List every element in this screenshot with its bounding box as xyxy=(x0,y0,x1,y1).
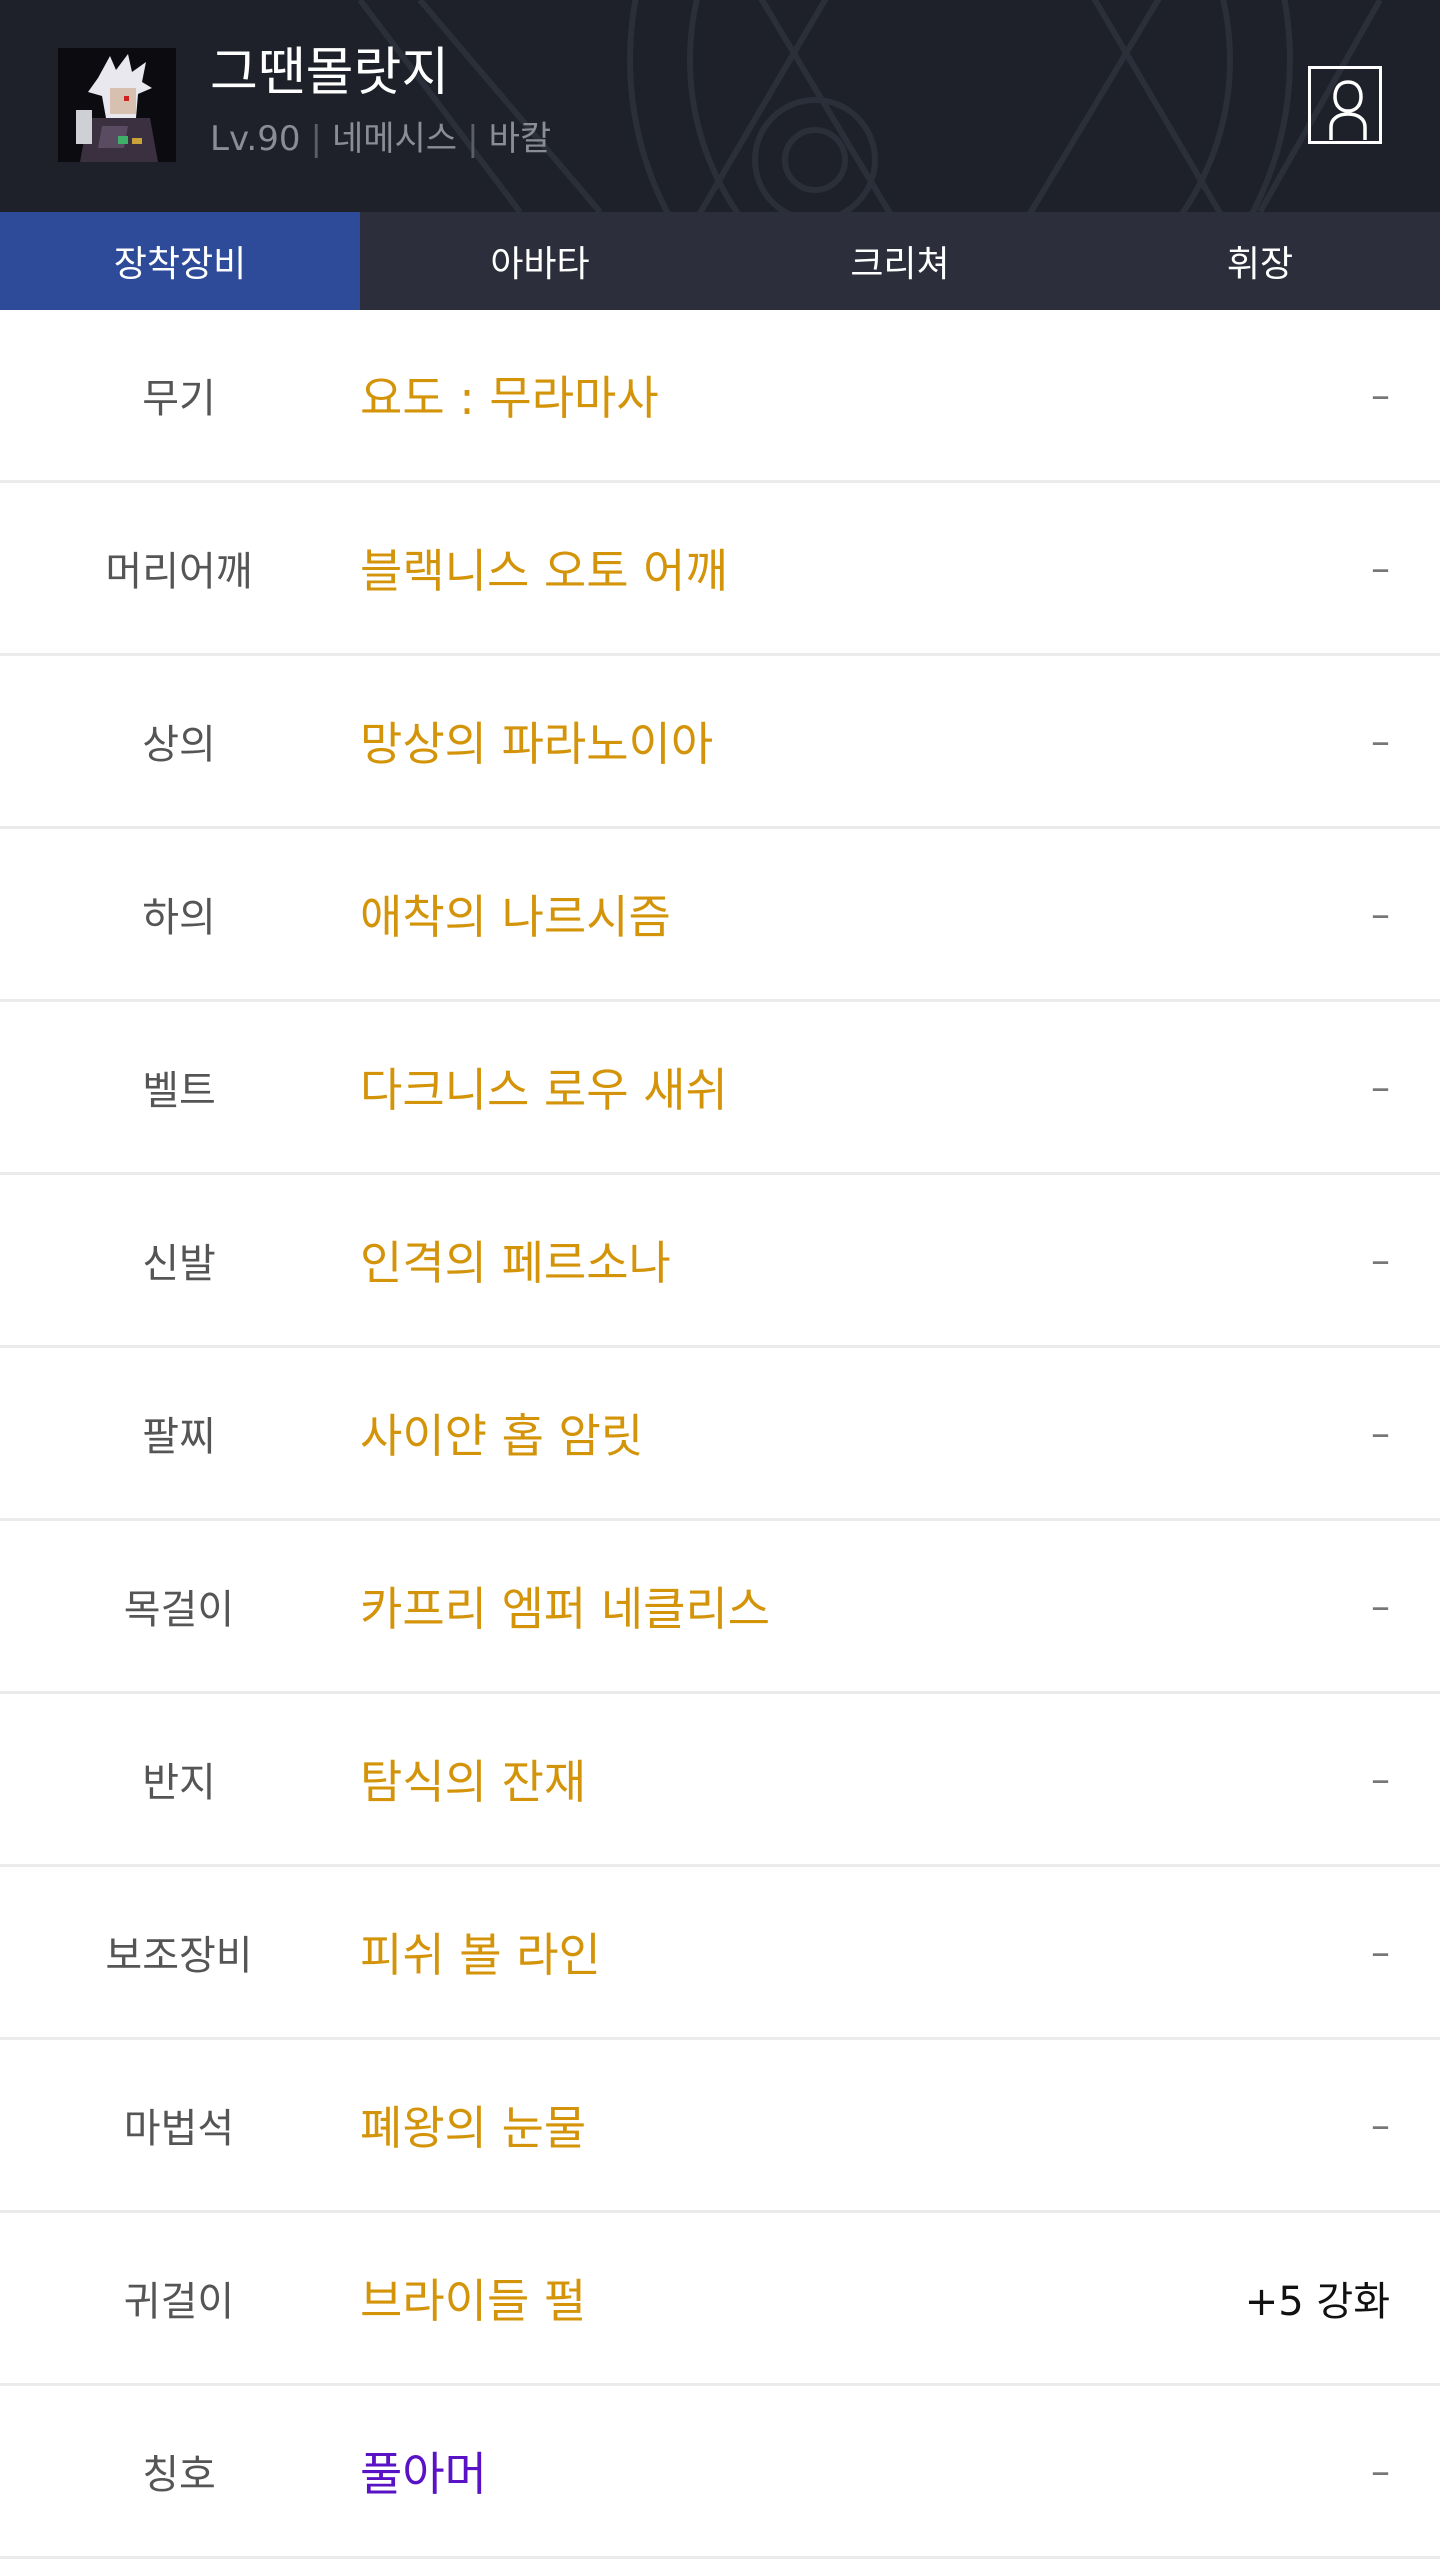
slot-label: 신발 xyxy=(142,1241,216,1287)
character-info: Lv.90 | 네메시스 | 바칼 xyxy=(210,114,551,164)
character-avatar[interactable] xyxy=(58,48,176,162)
item-name-link[interactable]: 인격의 페르소나 xyxy=(360,1175,671,1345)
reinforce-status: – xyxy=(1371,373,1390,417)
character-portrait-icon xyxy=(58,48,176,162)
item-name-link[interactable]: 풀아머 xyxy=(360,2386,487,2556)
item-name-link[interactable]: 피쉬 볼 라인 xyxy=(360,1867,601,2037)
reinforce-status: – xyxy=(1371,1065,1390,1109)
reinforce-status: – xyxy=(1371,892,1390,936)
slot-label: 하의 xyxy=(142,895,216,941)
item-name-link[interactable]: 브라이들 펄 xyxy=(360,2213,586,2383)
reinforce-status: – xyxy=(1371,1411,1390,1455)
equipment-row-bracelet: 팔찌 사이얀 홉 암릿 – xyxy=(0,1348,1440,1521)
slot-label: 팔찌 xyxy=(142,1414,216,1460)
equipment-row-title: 칭호 풀아머 – xyxy=(0,2386,1440,2559)
reinforce-status: – xyxy=(1371,719,1390,763)
character-name: 그땐몰랏지 xyxy=(210,43,450,103)
user-profile-icon xyxy=(1329,80,1367,140)
info-separator: | xyxy=(310,119,322,159)
slot-label: 상의 xyxy=(142,722,216,768)
reinforce-status: – xyxy=(1371,1930,1390,1974)
info-separator: | xyxy=(467,119,479,159)
equipment-row-top: 상의 망상의 파라노이아 – xyxy=(0,656,1440,829)
equipment-row-support: 보조장비 피쉬 볼 라인 – xyxy=(0,1867,1440,2040)
item-name-link[interactable]: 탐식의 잔재 xyxy=(360,1694,586,1864)
tab-equipment[interactable]: 장착장비 xyxy=(0,212,360,310)
item-name-link[interactable]: 폐왕의 눈물 xyxy=(360,2040,586,2210)
item-name-link[interactable]: 카프리 엠퍼 네클리스 xyxy=(360,1521,770,1691)
tab-emblem[interactable]: 휘장 xyxy=(1080,212,1440,310)
profile-button[interactable] xyxy=(1308,66,1382,144)
character-header: 그땐몰랏지 Lv.90 | 네메시스 | 바칼 xyxy=(0,0,1440,212)
equipment-row-bottom: 하의 애착의 나르시즘 – xyxy=(0,829,1440,1002)
equipment-row-weapon: 무기 요도 : 무라마사 – xyxy=(0,310,1440,483)
equipment-row-necklace: 목걸이 카프리 엠퍼 네클리스 – xyxy=(0,1521,1440,1694)
character-server: 바칼 xyxy=(488,119,552,159)
slot-label: 귀걸이 xyxy=(123,2279,235,2325)
slot-label: 보조장비 xyxy=(105,1933,253,1979)
equipment-row-ring: 반지 탐식의 잔재 – xyxy=(0,1694,1440,1867)
slot-label: 벨트 xyxy=(142,1068,216,1114)
reinforce-status: – xyxy=(1371,1757,1390,1801)
tab-avatar[interactable]: 아바타 xyxy=(360,212,720,310)
equipment-row-belt: 벨트 다크니스 로우 새쉬 – xyxy=(0,1002,1440,1175)
slot-label: 마법석 xyxy=(123,2106,235,2152)
character-job: 네메시스 xyxy=(331,119,458,159)
character-level: Lv.90 xyxy=(210,119,301,159)
tab-bar: 장착장비 아바타 크리쳐 휘장 xyxy=(0,212,1440,310)
equipment-row-earring: 귀걸이 브라이들 펄 +5 강화 xyxy=(0,2213,1440,2386)
slot-label: 머리어깨 xyxy=(105,549,253,595)
reinforce-status: – xyxy=(1371,1238,1390,1282)
slot-label: 무기 xyxy=(142,376,216,422)
reinforce-status: – xyxy=(1371,2103,1390,2147)
tab-creature[interactable]: 크리쳐 xyxy=(720,212,1080,310)
reinforce-status: – xyxy=(1371,2449,1390,2493)
reinforce-status: – xyxy=(1371,1584,1390,1628)
item-name-link[interactable]: 애착의 나르시즘 xyxy=(360,829,671,999)
equipment-row-shoes: 신발 인격의 페르소나 – xyxy=(0,1175,1440,1348)
equipment-list: 무기 요도 : 무라마사 – 머리어깨 블랙니스 오토 어깨 – 상의 망상의 … xyxy=(0,310,1440,2559)
slot-label: 칭호 xyxy=(142,2452,216,2498)
item-name-link[interactable]: 사이얀 홉 암릿 xyxy=(360,1348,643,1518)
equipment-row-magic-stone: 마법석 폐왕의 눈물 – xyxy=(0,2040,1440,2213)
item-name-link[interactable]: 요도 : 무라마사 xyxy=(360,310,659,480)
item-name-link[interactable]: 망상의 파라노이아 xyxy=(360,656,713,826)
item-name-link[interactable]: 다크니스 로우 새쉬 xyxy=(360,1002,728,1172)
equipment-row-shoulder: 머리어깨 블랙니스 오토 어깨 – xyxy=(0,483,1440,656)
slot-label: 반지 xyxy=(142,1760,216,1806)
slot-label: 목걸이 xyxy=(123,1587,235,1633)
reinforce-status: – xyxy=(1371,546,1390,590)
item-name-link[interactable]: 블랙니스 오토 어깨 xyxy=(360,483,728,653)
reinforce-status: +5 강화 xyxy=(1244,2279,1390,2325)
